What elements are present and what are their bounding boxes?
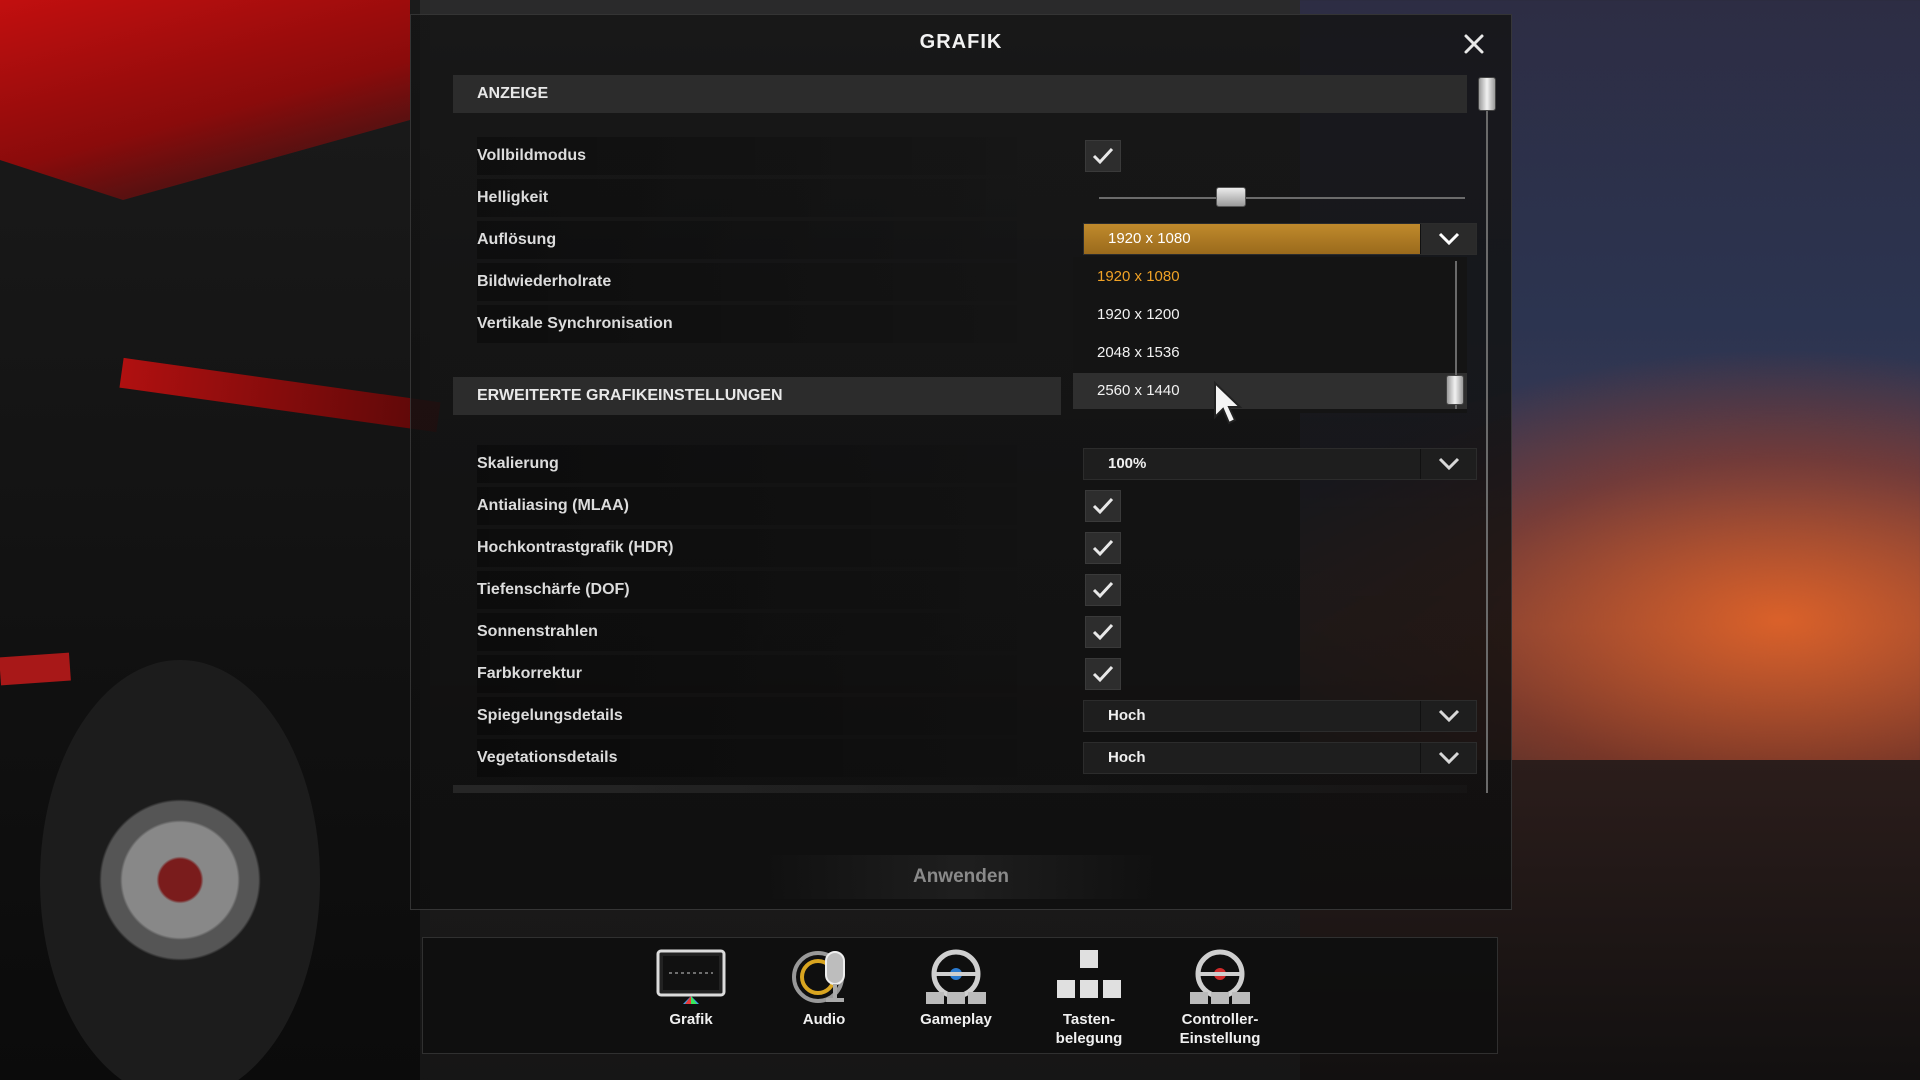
label-resolution: Auflösung: [477, 221, 1017, 259]
label-antialiasing: Antialiasing (MLAA): [477, 487, 1017, 525]
vegetation-dropdown[interactable]: Hoch: [1083, 742, 1477, 774]
keys-icon: [1057, 950, 1121, 998]
row-brightness: Helligkeit: [453, 179, 1465, 217]
panel-scrollbar-thumb[interactable]: [1478, 77, 1496, 111]
chevron-down-icon: [1438, 457, 1459, 471]
resolution-option[interactable]: 1920 x 1080: [1073, 259, 1467, 295]
label-dof: Tiefenschärfe (DOF): [477, 571, 1017, 609]
panel-scrollbar-track[interactable]: [1486, 81, 1488, 793]
reflection-value: Hoch: [1108, 707, 1146, 724]
resolution-option[interactable]: 2560 x 1440: [1073, 373, 1467, 409]
checkmark-icon: [1092, 623, 1114, 641]
nav-item-keybindings[interactable]: Tasten- belegung: [1029, 948, 1149, 1048]
reflection-dropdown[interactable]: Hoch: [1083, 700, 1477, 732]
row-dof: Tiefenschärfe (DOF): [453, 571, 1463, 609]
clipped-row: [453, 785, 1467, 793]
row-fullscreen: Vollbildmodus: [453, 137, 1463, 175]
row-vegetation: Vegetationsdetails Hoch: [453, 739, 1477, 777]
resolution-value: 1920 x 1080: [1108, 230, 1191, 247]
resolution-option[interactable]: 2048 x 1536: [1073, 335, 1467, 371]
apply-button[interactable]: Anwenden: [766, 855, 1156, 899]
graphics-settings-panel: GRAFIK ANZEIGE Vollbildmodus Helligkeit …: [410, 14, 1512, 910]
resolution-dropdown[interactable]: 1920 x 1080: [1083, 223, 1477, 255]
chevron-down-icon: [1438, 751, 1459, 765]
background-truck-stripe-bottom: [0, 652, 71, 686]
steering-wheel-icon: [926, 949, 986, 1004]
nav-item-audio[interactable]: Audio: [764, 948, 884, 1048]
background-truck-wheel: [40, 660, 320, 1080]
close-icon: [1464, 34, 1484, 54]
nav-label: Audio: [802, 1011, 846, 1028]
section-header-display: ANZEIGE: [453, 75, 1467, 113]
brightness-slider-handle[interactable]: [1215, 187, 1246, 207]
checkmark-icon: [1092, 539, 1114, 557]
microphone-icon: [792, 951, 845, 1003]
row-reflection: Spiegelungsdetails Hoch: [453, 697, 1477, 735]
label-scaling: Skalierung: [477, 445, 1017, 483]
checkmark-icon: [1092, 497, 1114, 515]
row-antialiasing: Antialiasing (MLAA): [453, 487, 1463, 525]
nav-item-gameplay[interactable]: Gameplay: [896, 948, 1016, 1048]
resolution-option[interactable]: 1920 x 1200: [1073, 297, 1467, 333]
dropdown-toggle[interactable]: [1420, 449, 1476, 479]
label-refresh-rate: Bildwiederholrate: [477, 263, 1017, 301]
nav-item-controller[interactable]: Controller- Einstellung: [1160, 948, 1280, 1048]
monitor-icon: [656, 949, 726, 1004]
checkbox-color-correction[interactable]: [1085, 658, 1121, 690]
nav-item-graphics[interactable]: Grafik: [631, 948, 751, 1048]
checkbox-antialiasing[interactable]: [1085, 490, 1121, 522]
chevron-down-icon: [1438, 709, 1459, 723]
dropdown-toggle[interactable]: [1420, 743, 1476, 773]
brightness-slider-track[interactable]: [1099, 197, 1465, 199]
row-color-correction: Farbkorrektur: [453, 655, 1463, 693]
label-fullscreen: Vollbildmodus: [477, 137, 1017, 175]
label-reflection: Spiegelungsdetails: [477, 697, 1017, 735]
close-button[interactable]: [1457, 27, 1491, 61]
label-vsync: Vertikale Synchronisation: [477, 305, 1017, 343]
mouse-cursor-icon: [1214, 381, 1243, 425]
row-scaling: Skalierung 100%: [453, 445, 1477, 483]
nav-label: Tasten-: [1062, 1011, 1116, 1028]
nav-label: Grafik: [669, 1011, 713, 1028]
label-vegetation: Vegetationsdetails: [477, 739, 1017, 777]
checkmark-icon: [1092, 581, 1114, 599]
label-brightness: Helligkeit: [477, 179, 1017, 217]
scaling-value: 100%: [1108, 455, 1147, 472]
checkmark-icon: [1092, 147, 1114, 165]
nav-label: Controller-: [1181, 1011, 1259, 1028]
dropdown-toggle[interactable]: [1420, 701, 1476, 731]
scaling-dropdown[interactable]: 100%: [1083, 448, 1477, 480]
resolution-dropdown-list: 1920 x 1080 1920 x 1200 2048 x 1536 2560…: [1073, 257, 1467, 425]
label-sunrays: Sonnenstrahlen: [477, 613, 1017, 651]
nav-label-line2: belegung: [1055, 1030, 1123, 1047]
nav-label-line2: Einstellung: [1179, 1030, 1261, 1047]
row-hdr: Hochkontrastgrafik (HDR): [453, 529, 1463, 567]
dropdown-toggle[interactable]: [1420, 224, 1476, 254]
section-header-advanced: ERWEITERTE GRAFIKEINSTELLUNGEN: [453, 377, 1061, 415]
checkmark-icon: [1092, 665, 1114, 683]
checkbox-sunrays[interactable]: [1085, 616, 1121, 648]
panel-title: GRAFIK: [919, 31, 1003, 53]
row-sunrays: Sonnenstrahlen: [453, 613, 1463, 651]
chevron-down-icon: [1438, 232, 1459, 246]
nav-label: Gameplay: [920, 1011, 992, 1028]
label-hdr: Hochkontrastgrafik (HDR): [477, 529, 1017, 567]
dropdown-scrollbar-thumb[interactable]: [1446, 375, 1464, 405]
row-resolution: Auflösung 1920 x 1080: [453, 221, 1477, 259]
settings-category-nav: Grafik Audio Gameplay Tasten- belegung C…: [422, 937, 1498, 1054]
checkbox-hdr[interactable]: [1085, 532, 1121, 564]
checkbox-fullscreen[interactable]: [1085, 140, 1121, 172]
checkbox-dof[interactable]: [1085, 574, 1121, 606]
controller-wheel-icon: [1190, 949, 1250, 1004]
label-color-correction: Farbkorrektur: [477, 655, 1017, 693]
vegetation-value: Hoch: [1108, 749, 1146, 766]
